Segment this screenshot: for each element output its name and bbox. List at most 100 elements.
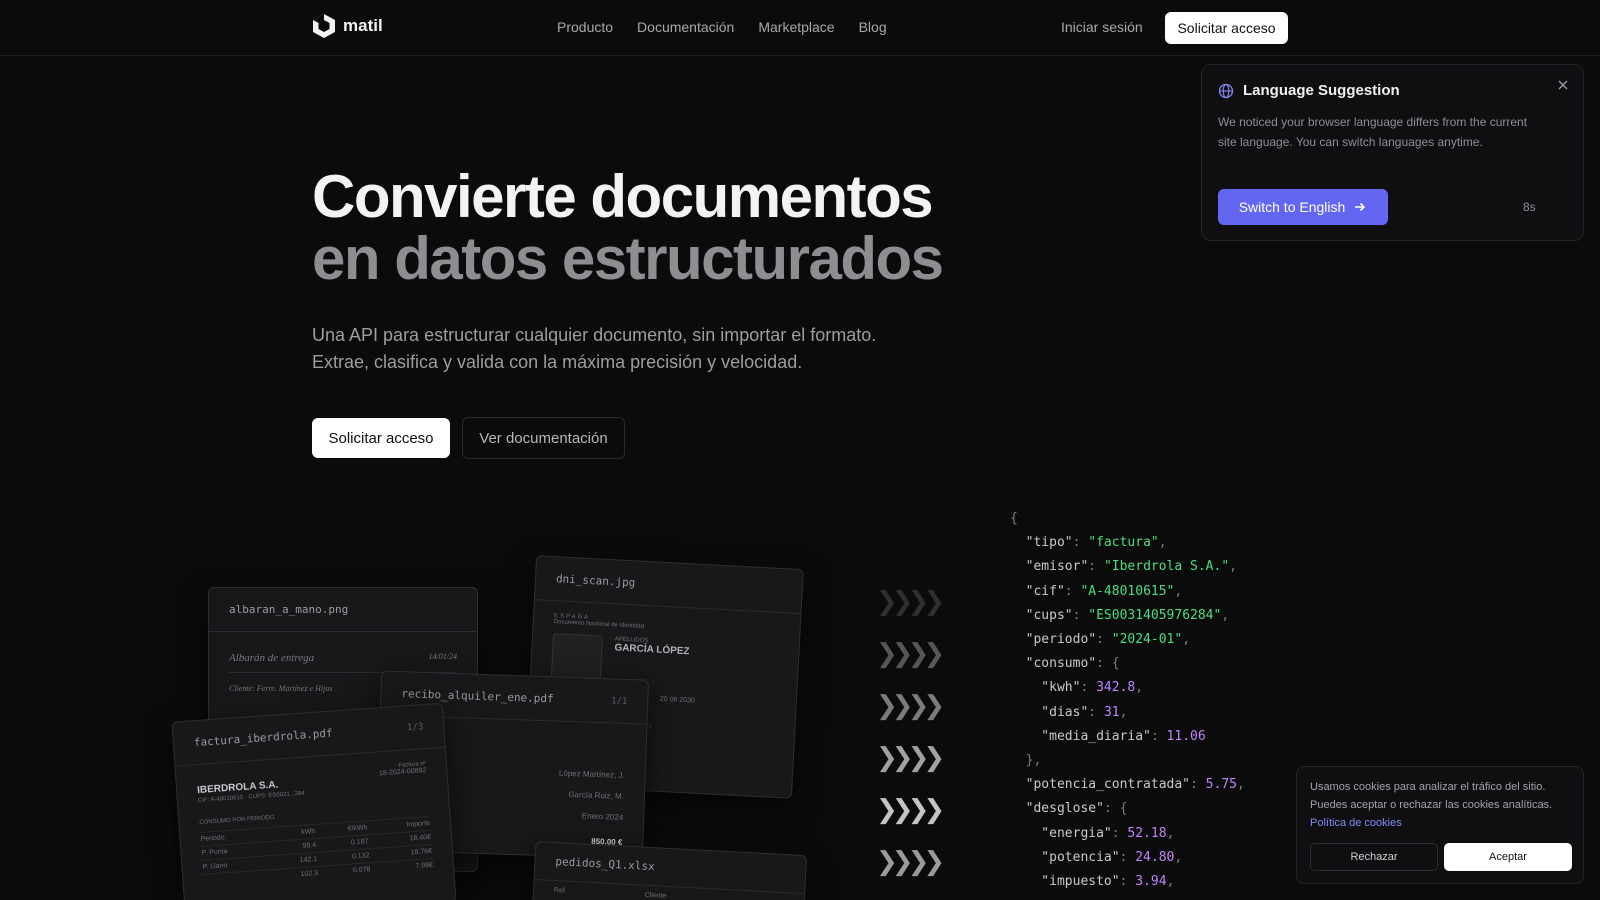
- nav-link-marketplace[interactable]: Marketplace: [758, 19, 834, 35]
- language-popup-text: We noticed your browser language differs…: [1218, 115, 1528, 149]
- hero-title-line1: Convierte documentos: [312, 163, 934, 230]
- hero-title: Convierte documentos en datos estructura…: [312, 163, 944, 290]
- switch-language-button[interactable]: Switch to English: [1218, 189, 1388, 225]
- nav-link-blog[interactable]: Blog: [859, 19, 887, 35]
- json-token: 5.75: [1205, 777, 1237, 793]
- close-icon[interactable]: [1555, 77, 1571, 93]
- doc-page: 1/1: [610, 695, 628, 707]
- cookie-policy-link[interactable]: Política de cookies: [1310, 817, 1402, 829]
- json-token: :: [1064, 583, 1081, 599]
- json-token: :: [1088, 559, 1104, 575]
- view-docs-button[interactable]: Ver documentación: [462, 417, 625, 459]
- json-token: "tipo": [1010, 535, 1073, 551]
- json-line: "kwh": 342.8,: [1010, 676, 1245, 700]
- hero-subtitle-line2: Extrae, clasifica y valida con la máxima…: [312, 352, 803, 372]
- doc-card-factura: factura_iberdrola.pdf 1/3 IBERDROLA S.A.…: [171, 702, 457, 900]
- json-token: "desglose": [1010, 801, 1104, 817]
- json-token: ,: [1182, 632, 1191, 648]
- json-token: ,: [1158, 535, 1167, 551]
- json-token: :: [1111, 825, 1128, 841]
- json-token: 3.94: [1135, 874, 1167, 890]
- json-line: "media_diaria": 11.06: [1010, 725, 1245, 749]
- json-token: 11.06: [1166, 728, 1206, 744]
- json-token: {: [1010, 511, 1018, 526]
- cookie-reject-button[interactable]: Rechazar: [1310, 843, 1438, 871]
- chevron-arrows-icon: ❯❯❯❯: [876, 847, 945, 877]
- json-token: :: [1096, 632, 1112, 648]
- json-token: "dias": [1010, 704, 1089, 720]
- doc-filename: pedidos_Q1.xlsx: [555, 855, 656, 874]
- dni-validity: 20 06 2030: [659, 695, 696, 705]
- json-token: ,: [1166, 874, 1175, 890]
- json-line: "potencia_contratada": 5.75,: [1010, 773, 1245, 797]
- albaran-date: 14/01/24: [428, 652, 457, 661]
- json-token: ,: [1229, 559, 1237, 575]
- json-token: "cups": [1010, 607, 1073, 623]
- json-token: "ES0031405976284": [1088, 607, 1222, 623]
- doc-filename: factura_iberdrola.pdf: [193, 726, 334, 750]
- logo[interactable]: matil: [312, 13, 383, 39]
- doc-filename: recibo_alquiler_ene.pdf: [401, 687, 554, 706]
- json-line: "potencia": 24.80,: [1010, 846, 1245, 870]
- json-token: "consumo": [1010, 656, 1097, 672]
- chevron-arrows-icon: ❯❯❯❯: [876, 691, 945, 721]
- top-navbar: matil Producto Documentación Marketplace…: [0, 0, 1600, 56]
- albaran-client: Cliente: Ferre. Martínez e Hijos: [229, 684, 333, 693]
- json-line: "consumo": {: [1010, 652, 1245, 676]
- globe-icon: [1218, 83, 1234, 99]
- json-token: },: [1010, 753, 1042, 769]
- json-token: "media_diaria": [1010, 728, 1151, 744]
- hero-request-access-button[interactable]: Solicitar acceso: [312, 418, 450, 458]
- json-line: "impuesto": 3.94,: [1010, 870, 1245, 894]
- json-token: "energia": [1010, 825, 1112, 841]
- json-token: 52.18: [1127, 825, 1167, 841]
- json-line: "periodo": "2024-01",: [1010, 628, 1245, 652]
- json-token: "A-48010615": [1080, 583, 1175, 599]
- cookie-text: Usamos cookies para analizar el tráfico …: [1310, 781, 1553, 811]
- doc-page: 1/3: [406, 721, 424, 733]
- chevron-arrows-icon: ❯❯❯❯: [876, 743, 945, 773]
- json-token: "Iberdrola S.A.": [1103, 559, 1230, 575]
- json-token: :: [1072, 607, 1089, 623]
- cookie-accept-button[interactable]: Aceptar: [1444, 843, 1572, 871]
- chevron-arrows-icon: ❯❯❯❯: [876, 795, 945, 825]
- hero-subtitle: Una API para estructurar cualquier docum…: [312, 322, 932, 376]
- doc-filename: dni_scan.jpg: [555, 572, 636, 590]
- json-token: 24.80: [1135, 849, 1175, 865]
- json-token: : {: [1103, 801, 1128, 817]
- json-token: "impuesto": [1010, 874, 1120, 890]
- arrow-right-icon: [1355, 202, 1366, 212]
- doc-card-pedidos: pedidos_Q1.xlsx Ref Cliente: [530, 840, 808, 900]
- nav-link-documentacion[interactable]: Documentación: [637, 19, 734, 35]
- json-token: "emisor": [1010, 559, 1089, 575]
- doc-filename: albaran_a_mano.png: [229, 603, 349, 616]
- chevron-arrows-icon: ❯❯❯❯: [876, 639, 945, 669]
- json-token: ,: [1166, 825, 1175, 841]
- json-token: "cif": [1010, 583, 1065, 599]
- json-token: ,: [1236, 777, 1245, 793]
- cookie-text-block: Usamos cookies para analizar el tráfico …: [1310, 778, 1578, 832]
- nav-link-producto[interactable]: Producto: [557, 19, 613, 35]
- json-output: { "tipo": "factura", "emisor": "Iberdrol…: [1010, 507, 1245, 894]
- json-line: "energia": 52.18,: [1010, 822, 1245, 846]
- json-token: :: [1080, 680, 1097, 696]
- json-token: ,: [1135, 680, 1144, 696]
- json-token: :: [1190, 777, 1206, 793]
- json-token: :: [1088, 704, 1104, 720]
- json-token: ,: [1119, 704, 1128, 720]
- json-token: "potencia_contratada": [1010, 777, 1191, 793]
- login-link[interactable]: Iniciar sesión: [1061, 19, 1143, 35]
- chevron-arrows-icon: ❯❯❯❯: [876, 587, 945, 617]
- json-token: :: [1119, 874, 1136, 890]
- switch-language-label: Switch to English: [1238, 199, 1346, 215]
- nav-request-access-button[interactable]: Solicitar acceso: [1165, 12, 1288, 44]
- language-popup-title: Language Suggestion: [1243, 82, 1400, 99]
- pedidos-col-cliente: Cliente: [644, 891, 667, 900]
- table-cell: 0.078: [317, 862, 371, 880]
- hero-subtitle-line1: Una API para estructurar cualquier docum…: [312, 325, 877, 345]
- json-token: 342.8: [1096, 680, 1136, 696]
- table-cell: 102.3: [271, 866, 319, 884]
- json-token: :: [1072, 535, 1089, 551]
- json-token: ,: [1174, 583, 1183, 599]
- json-line: {: [1010, 507, 1245, 531]
